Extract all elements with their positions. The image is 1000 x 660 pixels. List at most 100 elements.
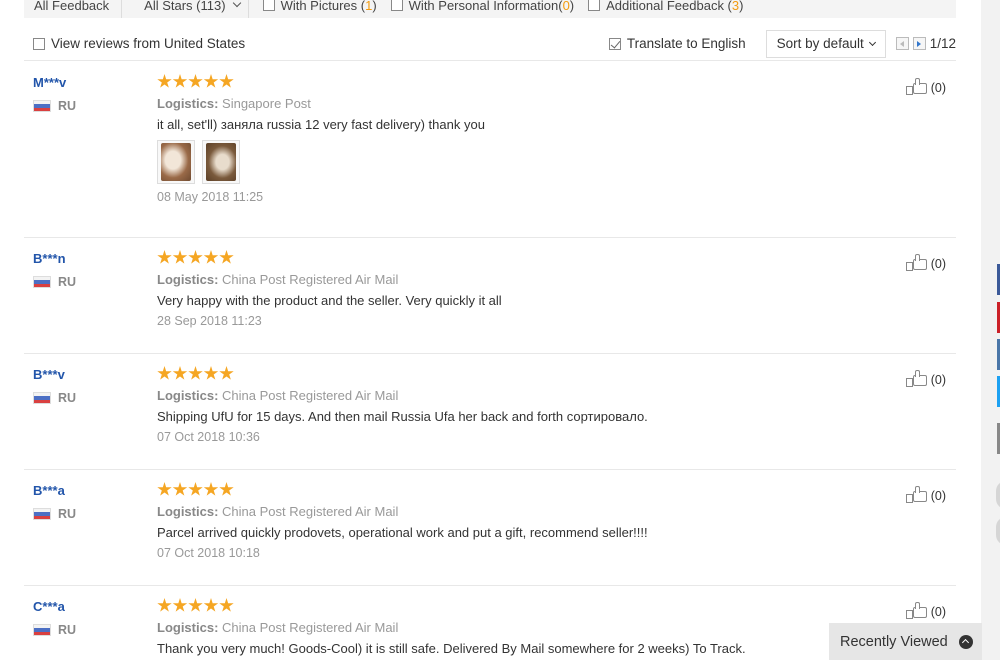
- star-icon: [157, 250, 172, 264]
- review-content: Logistics: Singapore Post it all, set'll…: [157, 74, 857, 204]
- thumbs-up-icon: [905, 486, 928, 503]
- review-content: Logistics: China Post Registered Air Mai…: [157, 598, 857, 656]
- translate-label: Translate to English: [626, 36, 746, 51]
- translate-checkbox[interactable]: [608, 37, 621, 50]
- tab-all-feedback-label: All Feedback: [34, 0, 110, 13]
- logistics-value: Singapore Post: [222, 96, 311, 111]
- star-rating: [157, 598, 857, 614]
- reviewer-country: RU: [33, 391, 76, 405]
- helpful-button[interactable]: (0): [905, 78, 946, 95]
- paren: ): [739, 0, 744, 13]
- logistics-value: China Post Registered Air Mail: [222, 388, 399, 403]
- star-icon: [157, 74, 172, 88]
- flag-ru-icon: [33, 624, 51, 636]
- review-text: Shipping UfU for 15 days. And then mail …: [157, 409, 648, 424]
- recently-viewed-label: Recently Viewed: [840, 633, 948, 650]
- review-text: Very happy with the product and the sell…: [157, 293, 502, 308]
- star-icon: [219, 598, 234, 612]
- helpful-button[interactable]: (0): [905, 486, 946, 503]
- country-code: RU: [58, 99, 77, 113]
- logistics-info: Logistics: China Post Registered Air Mai…: [157, 620, 857, 635]
- star-rating: [157, 366, 857, 382]
- review-date: 07 Oct 2018 10:36: [157, 430, 260, 444]
- with-personal-info-count: 0: [562, 0, 570, 13]
- additional-feedback-checkbox[interactable]: [588, 0, 601, 11]
- star-icon: [203, 598, 219, 612]
- review-content: Logistics: China Post Registered Air Mai…: [157, 366, 857, 444]
- logistics-value: China Post Registered Air Mail: [222, 620, 399, 635]
- review-date: 07 Oct 2018 10:18: [157, 546, 260, 560]
- helpful-count: (0): [930, 605, 946, 619]
- review-text: Parcel arrived quickly prodovets, operat…: [157, 525, 648, 540]
- tab-all-feedback[interactable]: All Feedback: [24, 0, 123, 18]
- country-code: RU: [58, 275, 77, 289]
- star-icon: [219, 74, 234, 88]
- prev-page-button[interactable]: [895, 37, 909, 50]
- reviewer: B***n RU: [33, 251, 76, 289]
- helpful-count: (0): [930, 257, 946, 271]
- additional-feedback-count: 3: [731, 0, 740, 13]
- paren: ): [569, 0, 575, 13]
- stars-filter-dropdown[interactable]: All Stars (113): [136, 0, 249, 18]
- review-photos: [157, 140, 857, 184]
- review-item: B***v RU Logistics: China Post Registere…: [24, 354, 956, 470]
- star-icon: [157, 598, 172, 612]
- review-photo-image: [161, 143, 191, 181]
- review-photo-thumbnail[interactable]: [157, 140, 195, 184]
- reviewer-name: C***a: [33, 599, 65, 614]
- reviewer: C***a RU: [33, 599, 76, 637]
- view-us-reviews-toggle[interactable]: View reviews from United States: [33, 36, 245, 51]
- star-icon: [172, 598, 188, 612]
- next-page-button[interactable]: [912, 37, 926, 50]
- star-icon: [172, 74, 188, 88]
- reviewer: M***v RU: [33, 75, 76, 113]
- view-us-label: View reviews from United States: [51, 36, 246, 51]
- translate-toggle[interactable]: Translate to English: [608, 36, 746, 51]
- reviewer: B***v RU: [33, 367, 76, 405]
- sort-label: Sort by default: [776, 36, 864, 51]
- star-icon: [188, 250, 203, 264]
- with-personal-info-checkbox[interactable]: [390, 0, 403, 11]
- star-icon: [188, 598, 203, 612]
- logistics-label: Logistics:: [157, 388, 219, 403]
- logistics-value: China Post Registered Air Mail: [222, 272, 399, 287]
- logistics-label: Logistics:: [157, 504, 219, 519]
- thumbs-up-icon: [905, 602, 928, 619]
- additional-feedback-filter[interactable]: Additional Feedback (3): [588, 0, 743, 13]
- star-icon: [157, 366, 172, 380]
- logistics-value: China Post Registered Air Mail: [222, 504, 399, 519]
- reviewer-country: RU: [33, 99, 76, 113]
- star-icon: [188, 482, 203, 496]
- logistics-label: Logistics:: [157, 620, 219, 635]
- logistics-label: Logistics:: [157, 96, 219, 111]
- star-icon: [219, 482, 234, 496]
- reviewer-name: M***v: [33, 75, 67, 90]
- star-icon: [172, 482, 188, 496]
- additional-feedback-label: Additional Feedback (: [606, 0, 732, 13]
- review-photo-image: [206, 143, 236, 181]
- with-pictures-checkbox[interactable]: [262, 0, 275, 11]
- star-icon: [203, 250, 219, 264]
- thumbs-up-icon: [905, 370, 928, 387]
- thumbs-up-icon: [905, 254, 928, 271]
- flag-ru-icon: [33, 100, 51, 112]
- view-us-checkbox[interactable]: [33, 37, 45, 50]
- review-item: C***a RU Logistics: China Post Registere…: [24, 586, 956, 660]
- review-photo-thumbnail[interactable]: [202, 140, 240, 184]
- reviewer-country: RU: [33, 623, 76, 637]
- helpful-button[interactable]: (0): [905, 602, 946, 619]
- review-date: 08 May 2018 11:25: [157, 190, 264, 204]
- review-item: B***n RU Logistics: China Post Registere…: [24, 238, 956, 354]
- helpful-button[interactable]: (0): [905, 370, 946, 387]
- helpful-button[interactable]: (0): [905, 254, 946, 271]
- review-text: Thank you very much! Goods-Cool) it is s…: [157, 641, 746, 656]
- prev-page-icon: [900, 40, 905, 47]
- with-personal-info-filter[interactable]: With Personal Information(0): [390, 0, 575, 13]
- recently-viewed-button[interactable]: Recently Viewed: [829, 623, 982, 660]
- star-icon: [203, 482, 219, 496]
- with-pictures-filter[interactable]: With Pictures (1): [262, 0, 377, 13]
- with-personal-info-label: With Personal Information(: [408, 0, 563, 13]
- review-content: Logistics: China Post Registered Air Mai…: [157, 482, 857, 560]
- logistics-info: Logistics: China Post Registered Air Mai…: [157, 504, 857, 519]
- sort-dropdown[interactable]: Sort by default: [765, 29, 886, 58]
